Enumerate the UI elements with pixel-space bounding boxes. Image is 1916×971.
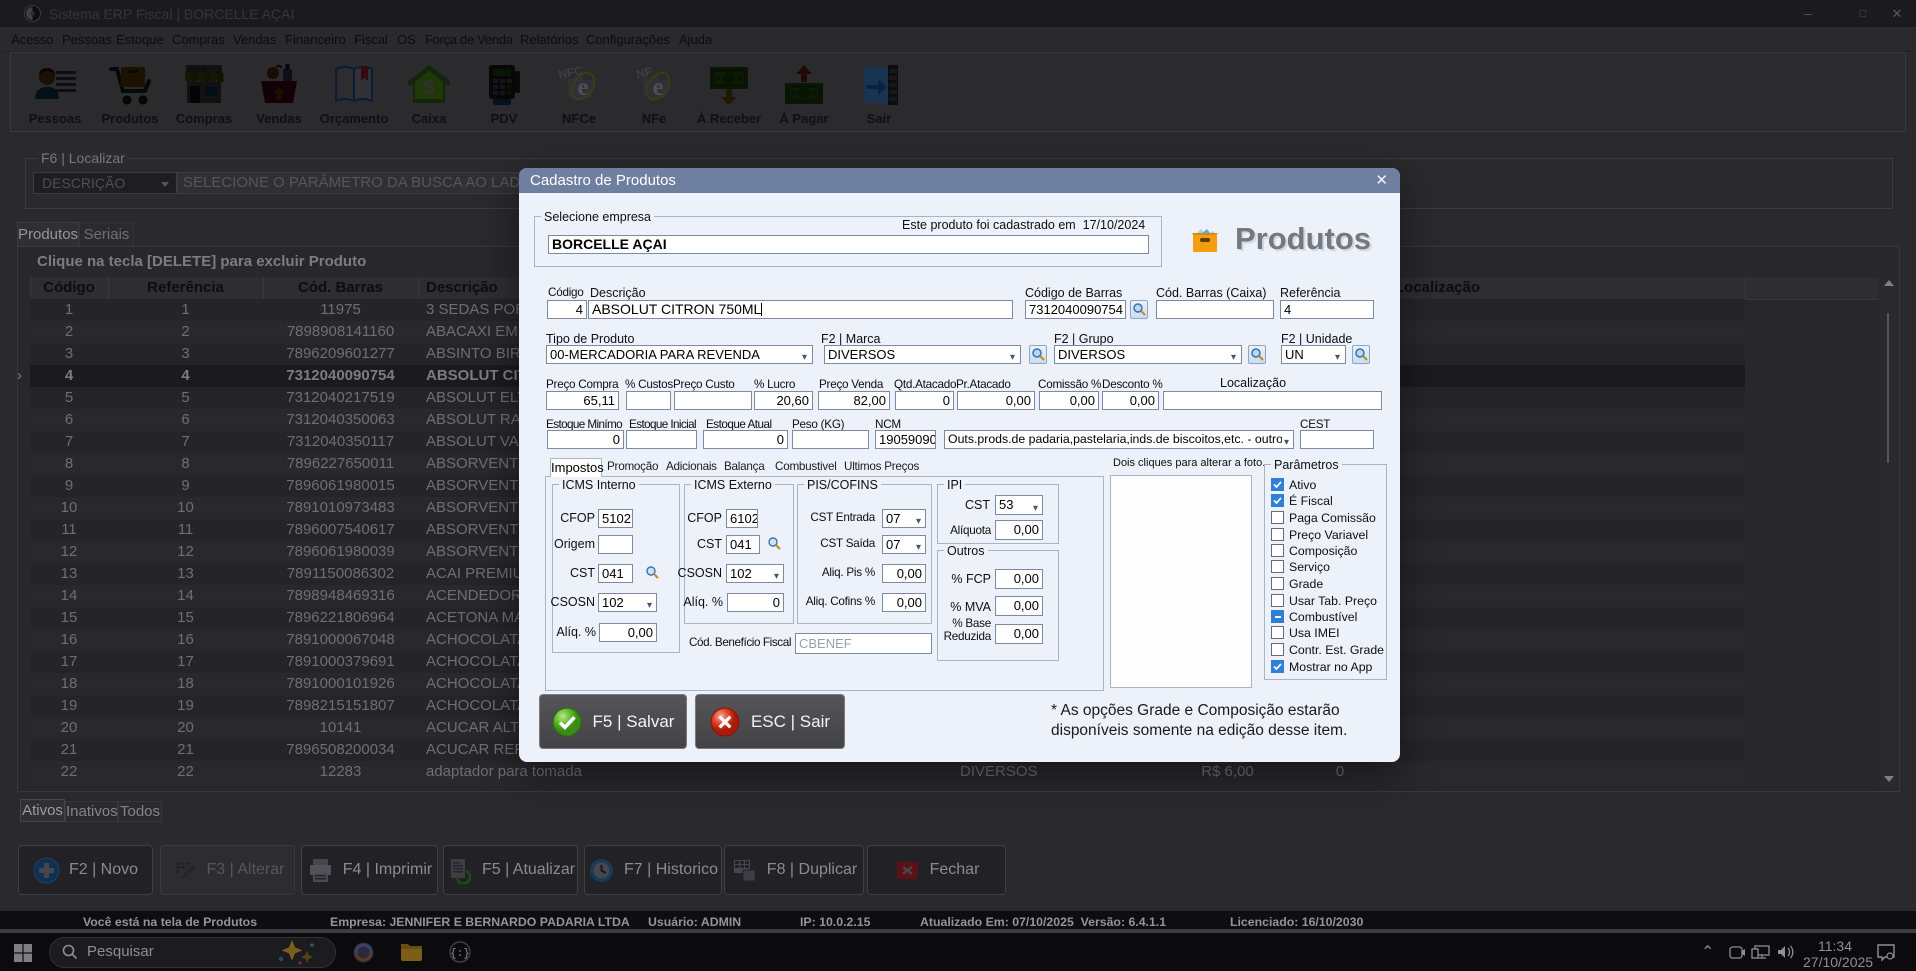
svg-text:e: e xyxy=(652,74,663,101)
svg-text:$: $ xyxy=(423,77,434,99)
svg-text:e: e xyxy=(577,74,588,101)
svg-text:{:}: {:} xyxy=(450,948,470,960)
